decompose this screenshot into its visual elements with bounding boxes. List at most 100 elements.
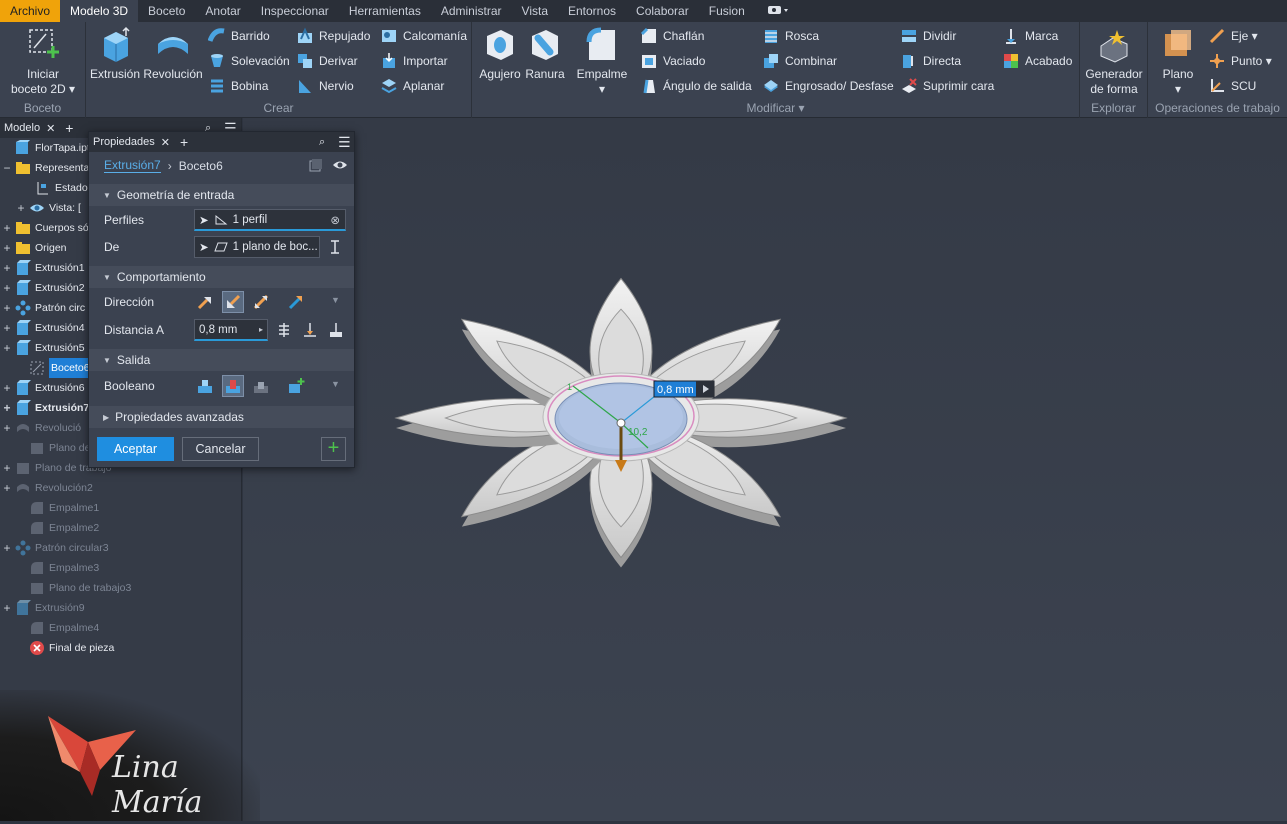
tree-item-25[interactable]: Final de pieza <box>16 638 114 658</box>
expand-toggle-icon[interactable]: + <box>2 458 12 478</box>
extents-through-icon[interactable] <box>273 319 295 341</box>
aplanar-button[interactable]: Aplanar <box>380 75 444 97</box>
tab-modelo-3d[interactable]: Modelo 3D <box>60 0 139 22</box>
extents-to-icon[interactable] <box>299 319 321 341</box>
bobina-button[interactable]: Bobina <box>208 75 268 97</box>
tree-item-22[interactable]: Plano de trabajo3 <box>16 578 131 598</box>
derivar-button[interactable]: Derivar <box>296 50 358 72</box>
expand-toggle-icon[interactable]: − <box>2 158 12 178</box>
clear-icon[interactable]: ⊗ <box>330 213 340 227</box>
close-icon[interactable]: ✕ <box>161 136 170 149</box>
angulo-salida-button[interactable]: Ángulo de salida <box>640 75 752 97</box>
group-label-modificar[interactable]: Modificar ▾ <box>472 101 1079 115</box>
acabado-button[interactable]: Acabado <box>1002 50 1072 72</box>
menu-icon[interactable]: ☰ <box>338 134 351 151</box>
generador-forma-button[interactable]: Generador de forma <box>1084 26 1144 97</box>
combinar-button[interactable]: Combinar <box>762 50 837 72</box>
tree-item-13[interactable]: + Extrusión7 <box>2 398 89 418</box>
ranura-button[interactable]: Ranura <box>524 26 566 82</box>
expand-toggle-icon[interactable]: + <box>2 258 12 278</box>
calcomania-button[interactable]: Calcomanía <box>380 25 467 47</box>
direction-symmetric-icon[interactable] <box>250 291 272 313</box>
tab-boceto[interactable]: Boceto <box>138 0 195 22</box>
offset-distance-icon[interactable] <box>324 236 346 258</box>
tab-inspeccionar[interactable]: Inspeccionar <box>251 0 339 22</box>
tree-item-24[interactable]: Empalme4 <box>16 618 99 638</box>
section-geometria-entrada[interactable]: ▼ Geometría de entrada <box>89 184 354 206</box>
expand-toggle-icon[interactable]: + <box>2 298 12 318</box>
boolean-intersect-icon[interactable] <box>250 375 272 397</box>
start-2d-sketch-button[interactable]: Iniciar boceto 2D ▾ <box>6 26 80 97</box>
section-salida[interactable]: ▼ Salida <box>89 349 354 371</box>
tree-item-14[interactable]: + Revolució <box>2 418 81 438</box>
repujado-button[interactable]: Repujado <box>296 25 370 47</box>
empalme-button[interactable]: Empalme ▾ <box>572 26 632 97</box>
tree-item-1[interactable]: − Representa <box>2 158 89 178</box>
expand-toggle-icon[interactable]: + <box>2 598 12 618</box>
cancelar-button[interactable]: Cancelar <box>182 437 259 461</box>
tree-item-6[interactable]: + Extrusión1 <box>2 258 85 278</box>
expand-toggle-icon[interactable]: + <box>2 238 12 258</box>
chevron-right-icon[interactable]: ▸ <box>259 325 263 334</box>
dividir-button[interactable]: Dividir <box>900 25 956 47</box>
perfiles-selector[interactable]: ➤ 1 perfil ⊗ <box>194 209 346 231</box>
tab-entornos[interactable]: Entornos <box>558 0 626 22</box>
tree-item-19[interactable]: Empalme2 <box>16 518 99 538</box>
tree-item-9[interactable]: + Extrusión4 <box>2 318 85 338</box>
tab-herramientas[interactable]: Herramientas <box>339 0 431 22</box>
expand-toggle-icon[interactable]: + <box>16 198 26 218</box>
barrido-button[interactable]: Barrido <box>208 25 270 47</box>
browser-tab-modelo[interactable]: Modelo <box>4 122 40 134</box>
tree-item-2[interactable]: Estado <box>22 178 88 198</box>
rosca-button[interactable]: Rosca <box>762 25 819 47</box>
tree-item-8[interactable]: + Patrón circ <box>2 298 85 318</box>
nervio-button[interactable]: Nervio <box>296 75 354 97</box>
apply-new-button[interactable]: + <box>321 437 346 461</box>
chevron-down-icon[interactable]: ▼ <box>331 379 340 389</box>
add-tab-icon[interactable]: + <box>65 120 73 136</box>
tree-item-18[interactable]: Empalme1 <box>16 498 99 518</box>
boolean-join-icon[interactable] <box>194 375 216 397</box>
distance-input-value[interactable]: 0,8 mm <box>657 384 694 396</box>
direction-default-icon[interactable] <box>194 291 216 313</box>
graphics-viewport[interactable]: 1 10,2 0,8 mm <box>243 118 1287 821</box>
tree-item-10[interactable]: + Extrusión5 <box>2 338 85 358</box>
tree-item-3[interactable]: + Vista: [ <box>16 198 80 218</box>
importar-button[interactable]: Importar <box>380 50 448 72</box>
tab-administrar[interactable]: Administrar <box>431 0 512 22</box>
tab-anotar[interactable]: Anotar <box>195 0 250 22</box>
expand-toggle-icon[interactable]: + <box>2 278 12 298</box>
close-icon[interactable]: ✕ <box>46 122 55 135</box>
distancia-a-input[interactable]: 0,8 mm ▸ <box>194 319 268 341</box>
tree-item-17[interactable]: + Revolución2 <box>2 478 92 498</box>
tree-item-5[interactable]: + Origen <box>2 238 66 258</box>
tree-item-21[interactable]: Empalme3 <box>16 558 99 578</box>
direction-flipped-icon[interactable] <box>222 291 244 313</box>
extrusion-button[interactable]: Extrusión <box>90 26 140 82</box>
tab-vista[interactable]: Vista <box>512 0 558 22</box>
chevron-down-icon[interactable]: ▼ <box>331 295 340 305</box>
tree-item-7[interactable]: + Extrusión2 <box>2 278 85 298</box>
tree-item-0[interactable]: FlorTapa.ipt <box>2 138 90 158</box>
expand-toggle-icon[interactable]: + <box>2 318 12 338</box>
expand-toggle-icon[interactable]: + <box>2 478 12 498</box>
eje-button[interactable]: Eje ▾ <box>1208 25 1258 47</box>
tab-colaborar[interactable]: Colaborar <box>626 0 699 22</box>
flower-model-canvas[interactable]: 1 10,2 0,8 mm <box>243 118 1287 821</box>
punto-button[interactable]: Punto ▾ <box>1208 50 1272 72</box>
direction-asymmetric-icon[interactable] <box>285 291 307 313</box>
solevacion-button[interactable]: Solevación <box>208 50 290 72</box>
de-selector[interactable]: ➤ 1 plano de boc... <box>194 236 320 258</box>
agujero-button[interactable]: Agujero <box>476 26 524 82</box>
boolean-new-solid-icon[interactable] <box>285 375 307 397</box>
tree-item-12[interactable]: + Extrusión6 <box>2 378 85 398</box>
chaflan-button[interactable]: Chaflán <box>640 25 704 47</box>
expand-toggle-icon[interactable]: + <box>2 538 12 558</box>
directa-button[interactable]: Directa <box>900 50 961 72</box>
eye-icon[interactable] <box>332 158 348 175</box>
boolean-cut-icon[interactable] <box>222 375 244 397</box>
expand-toggle-icon[interactable]: + <box>2 418 12 438</box>
tab-fusion[interactable]: Fusion <box>699 0 755 22</box>
marca-button[interactable]: Marca <box>1002 25 1058 47</box>
properties-tab[interactable]: Propiedades <box>93 136 155 148</box>
